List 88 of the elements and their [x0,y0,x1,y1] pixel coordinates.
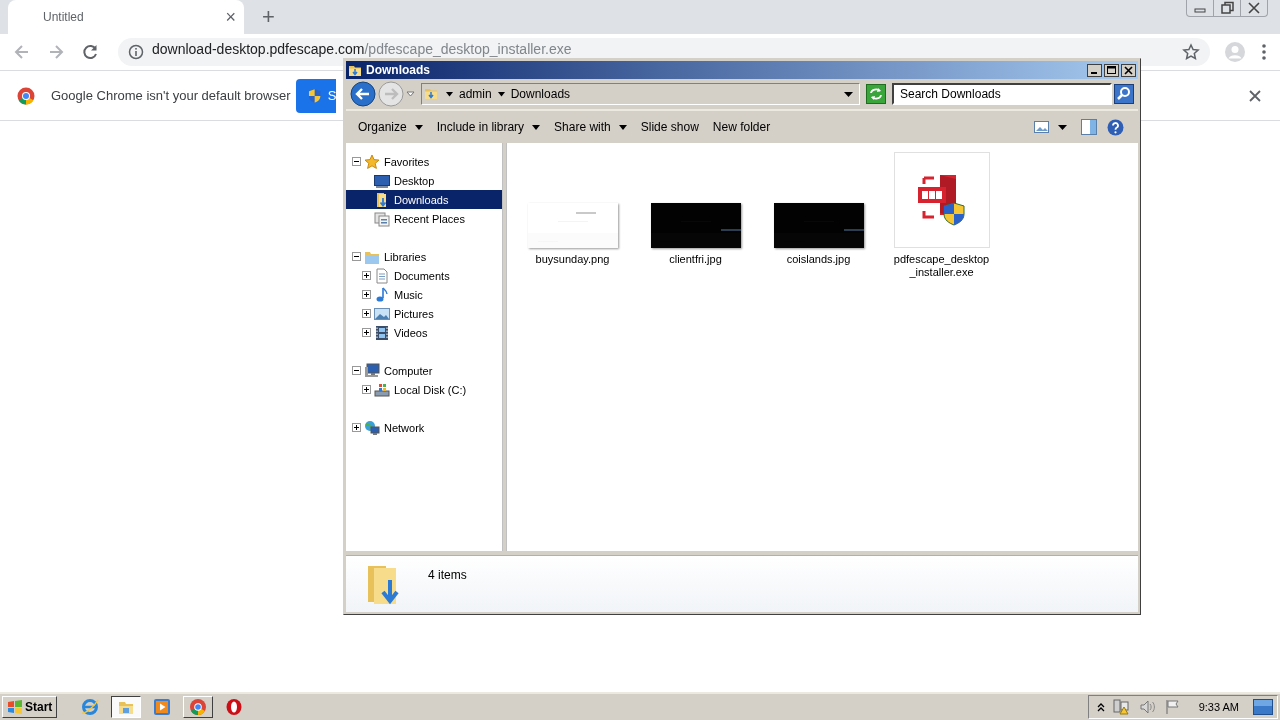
opera-logo-icon [225,698,244,716]
caret-icon[interactable] [844,91,853,97]
caret-icon[interactable] [1058,124,1067,130]
show-desktop-icon[interactable] [1253,699,1273,715]
pictures-icon [374,305,390,322]
search-field[interactable]: Search Downloads [892,83,1112,105]
folder-icon [424,86,440,102]
tree-item[interactable]: Videos [346,323,502,342]
refresh-icon[interactable] [866,84,886,104]
tab-close-button[interactable]: × [225,6,236,28]
expand-icon[interactable] [362,271,371,280]
set-default-button[interactable]: S [296,78,337,113]
minimize-icon[interactable] [1087,63,1102,77]
recent-icon [374,210,390,227]
expand-icon[interactable] [362,290,371,299]
back-icon[interactable] [350,81,376,107]
caret-icon[interactable] [497,91,505,97]
preview-pane-icon[interactable] [1081,119,1097,135]
star-icon [364,153,380,170]
start-button[interactable]: Start [2,696,58,718]
view-icon[interactable] [1034,120,1050,134]
flag-icon[interactable] [1164,699,1181,715]
tree-item[interactable]: Downloads [346,190,502,209]
collapse-icon[interactable] [352,157,361,166]
internet-explorer-icon [81,698,100,716]
tree-item[interactable]: Recent Places [346,209,502,228]
maximize-icon[interactable] [1104,63,1119,77]
disk-icon [374,381,390,398]
close-icon[interactable] [1121,63,1136,77]
breadcrumb-item[interactable]: Downloads [510,87,571,101]
collapse-icon[interactable] [352,366,361,375]
help-icon[interactable] [1107,118,1124,136]
video-icon [374,324,390,341]
new-tab-button[interactable]: + [262,4,275,30]
expand-icon[interactable] [362,328,371,337]
pdf-shield-icon [915,173,968,227]
tree-item[interactable]: Music [346,285,502,304]
infobar-message: Google Chrome isn't your default browser [51,88,291,103]
browser-tab[interactable]: Untitled × [8,0,244,34]
tree-item[interactable]: Favorites [346,152,502,171]
info-icon [128,44,144,60]
url-text: download-desktop.pdfescape.com/pdfescape_desktop_installer.exe [152,41,573,57]
tree-item[interactable]: Network [346,418,502,437]
media-player-icon [153,698,172,716]
tree-item[interactable]: Libraries [346,247,502,266]
chrome-logo-icon [189,698,208,716]
search-icon[interactable] [1114,84,1134,104]
caret-icon[interactable] [446,91,453,97]
chrome-logo-icon [17,86,35,105]
expand-icon[interactable] [362,309,371,318]
command-button[interactable]: Include in library [432,118,545,136]
tree-item[interactable]: Documents [346,266,502,285]
window-title: Downloads [366,63,430,77]
network-icon [364,419,380,436]
chevron-up-icon[interactable] [1096,702,1105,712]
address-bar[interactable]: admin Downloads [421,83,860,105]
windows-logo-icon [7,700,23,714]
expand-icon[interactable] [352,423,361,432]
file-item[interactable]: buysunday.png [511,151,634,266]
command-button[interactable]: New folder [708,118,775,136]
command-button[interactable]: Share with [550,118,631,136]
star-icon[interactable] [1182,43,1200,61]
folder-icon [348,63,362,77]
tree-item[interactable]: Desktop [346,171,502,190]
command-button[interactable]: Organize [354,118,427,136]
taskbar-button[interactable] [111,696,142,718]
collapse-icon[interactable] [352,252,361,261]
tree-item[interactable]: Computer [346,361,502,380]
command-button[interactable]: Slide show [636,118,703,136]
item-count: 4 items [428,568,467,582]
tree-item[interactable]: Local Disk (C:) [346,380,502,399]
reload-icon[interactable] [80,42,100,62]
speaker-icon[interactable] [1138,699,1157,715]
desktop-icon [374,172,390,189]
document-icon [374,267,390,284]
computer-icon [364,362,380,379]
expand-icon[interactable] [362,385,371,394]
tab-title: Untitled [43,10,85,24]
network-warning-icon[interactable] [1112,699,1131,715]
music-icon [374,286,390,303]
shield-icon [308,87,322,104]
file-item[interactable]: coislands.jpg [757,151,880,266]
breadcrumb-item[interactable]: admin [459,87,492,101]
tree-item[interactable]: Pictures [346,304,502,323]
close-icon[interactable] [1248,88,1262,103]
clock[interactable]: 9:33 AM [1198,701,1239,713]
file-item[interactable]: clientfri.jpg [634,151,757,266]
menu-icon[interactable] [1260,42,1268,62]
